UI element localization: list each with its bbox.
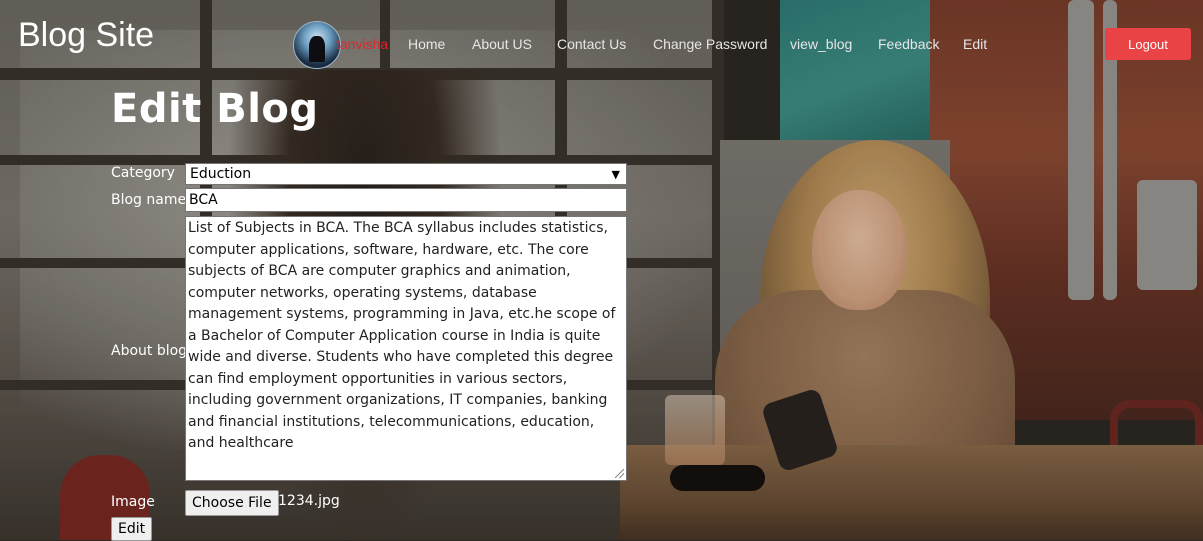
image-label: Image: [111, 494, 155, 510]
category-selected-value: Eduction: [190, 166, 252, 182]
nav-link-contact-us[interactable]: Contact Us: [557, 36, 626, 52]
choose-file-button[interactable]: Choose File: [185, 490, 279, 516]
username-label: tanvisha: [336, 36, 389, 52]
nav-link-edit[interactable]: Edit: [963, 36, 987, 52]
about-blog-textarea[interactable]: List of Subjects in BCA. The BCA syllabu…: [185, 216, 627, 481]
edit-submit-button[interactable]: Edit: [111, 517, 153, 541]
top-navbar: Blog Site tanvisha Home About US Contact…: [0, 0, 1203, 90]
nav-link-feedback[interactable]: Feedback: [878, 36, 939, 52]
page-title: Edit Blog: [111, 86, 319, 132]
nav-link-view-blog[interactable]: view_blog: [790, 36, 852, 52]
resize-grip-icon[interactable]: [615, 469, 624, 478]
about-blog-text: List of Subjects in BCA. The BCA syllabu…: [188, 220, 616, 451]
selected-file-name: 1234.jpg: [278, 493, 340, 509]
brand-logo[interactable]: Blog Site: [18, 16, 154, 55]
user-avatar: [293, 21, 341, 69]
nav-link-home[interactable]: Home: [408, 36, 445, 52]
logout-button[interactable]: Logout: [1105, 28, 1191, 60]
nav-link-change-password[interactable]: Change Password: [653, 36, 767, 52]
about-blog-label: About blog: [111, 343, 188, 359]
category-select[interactable]: Eduction ▼: [185, 163, 627, 185]
blog-name-input[interactable]: BCA: [185, 188, 627, 212]
blog-name-label: Blog name: [111, 192, 187, 208]
category-label: Category: [111, 165, 175, 181]
chevron-down-icon: ▼: [611, 168, 620, 181]
nav-link-about-us[interactable]: About US: [472, 36, 532, 52]
